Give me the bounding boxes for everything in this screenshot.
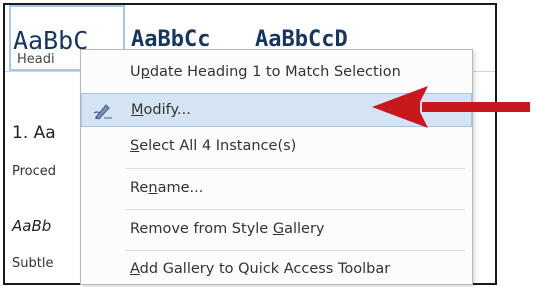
doc-procedure-text: Proced: [12, 164, 57, 179]
doc-subtle-label: Subtle: [12, 256, 54, 271]
menu-label-select-all: Select All 4 Instance(s): [130, 138, 297, 154]
screenshot-frame: AaBbC Headi AaBbCc AaBbCcD 1. Aa Proced …: [0, 0, 535, 285]
doc-heading-numbered: 1. Aa: [12, 123, 56, 143]
menu-separator: [125, 209, 465, 210]
menu-label-rename: Rename...: [130, 180, 204, 196]
pencil-style-icon: [92, 100, 116, 122]
menu-label-modify: Modify...: [131, 102, 191, 118]
style-sample-heading-1: AaBbC: [13, 26, 89, 55]
menu-label-add-to-qat: Add Gallery to Quick Access Toolbar: [130, 261, 391, 277]
menu-label-update-heading: Update Heading 1 to Match Selection: [130, 64, 401, 80]
menu-separator: [125, 250, 465, 251]
red-arrow-icon: [372, 86, 530, 128]
menu-item-rename[interactable]: Rename...: [81, 172, 472, 206]
doc-subtle-sample: AaBb: [12, 217, 52, 235]
menu-item-select-all[interactable]: Select All 4 Instance(s): [81, 130, 472, 164]
menu-item-remove-from-gallery[interactable]: Remove from Style Gallery: [81, 213, 472, 247]
menu-separator: [125, 168, 465, 169]
style-name-heading-1: Headi: [17, 52, 55, 67]
menu-label-remove-from-gallery: Remove from Style Gallery: [130, 221, 325, 237]
menu-item-add-to-qat[interactable]: Add Gallery to Quick Access Toolbar: [81, 253, 472, 287]
